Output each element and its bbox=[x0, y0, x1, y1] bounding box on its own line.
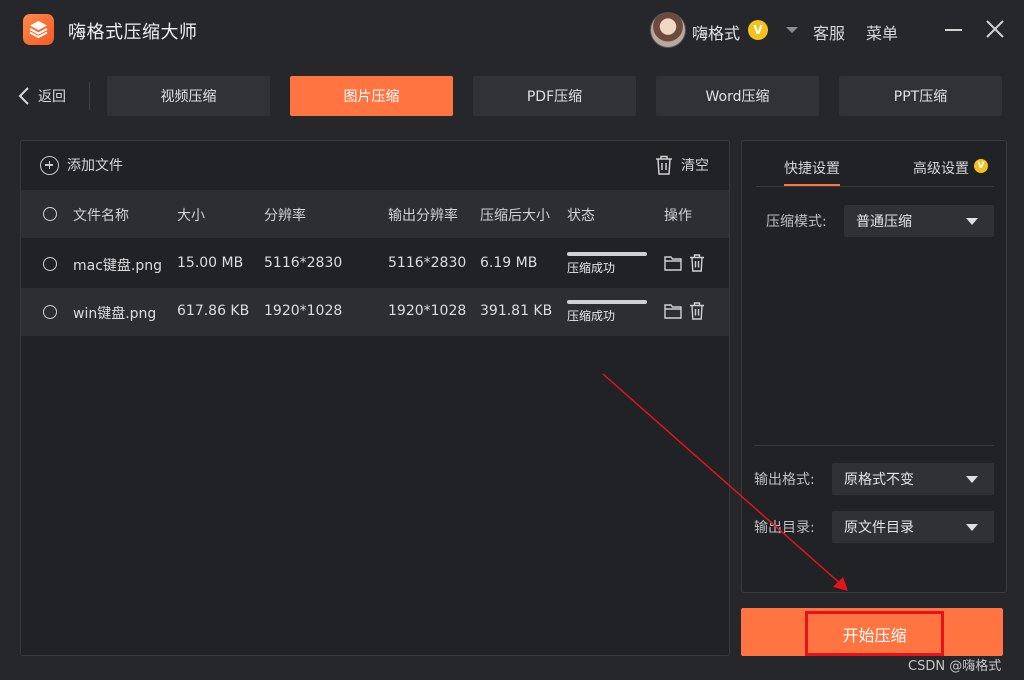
app-title: 嗨格式压缩大师 bbox=[68, 22, 198, 43]
output-dir-select[interactable]: 原文件目录 bbox=[832, 511, 994, 543]
vip-badge-icon: V bbox=[748, 20, 768, 40]
add-file-button[interactable]: 添加文件 bbox=[40, 155, 123, 175]
progress-bar bbox=[567, 300, 647, 304]
status-text: 压缩成功 bbox=[567, 309, 616, 323]
start-compress-highlight[interactable]: 开始压缩 bbox=[805, 611, 944, 656]
clear-label: 清空 bbox=[681, 158, 709, 174]
file-resolution: 1920*1028 bbox=[264, 303, 343, 319]
chevron-left-icon bbox=[18, 87, 29, 105]
row-select-radio[interactable] bbox=[43, 305, 57, 319]
tab-image-compress[interactable]: 图片压缩 bbox=[290, 76, 453, 116]
header-file-name: 文件名称 bbox=[73, 208, 129, 224]
output-dir-label: 输出目录: bbox=[754, 520, 815, 536]
add-file-label: 添加文件 bbox=[67, 158, 123, 174]
user-name[interactable]: 嗨格式 bbox=[692, 20, 740, 44]
settings-divider bbox=[754, 445, 994, 446]
status-text: 压缩成功 bbox=[567, 261, 616, 275]
output-format-select[interactable]: 原格式不变 bbox=[832, 463, 994, 495]
watermark: CSDN @嗨格式 bbox=[908, 659, 1002, 674]
clear-button[interactable]: 清空 bbox=[655, 155, 709, 175]
app-logo-icon bbox=[23, 14, 54, 45]
minimize-icon[interactable] bbox=[945, 29, 962, 31]
start-compress-label: 开始压缩 bbox=[842, 625, 907, 645]
compress-mode-value: 普通压缩 bbox=[856, 214, 912, 230]
settings-tab-divider bbox=[756, 186, 994, 187]
dropdown-arrow-icon bbox=[966, 218, 978, 225]
trash-icon bbox=[656, 155, 672, 175]
file-name: mac键盘.png bbox=[73, 258, 163, 274]
output-dir-value: 原文件目录 bbox=[844, 520, 914, 536]
compressed-size: 391.81 KB bbox=[480, 303, 553, 319]
output-format-value: 原格式不变 bbox=[844, 472, 914, 488]
delete-icon[interactable] bbox=[689, 254, 705, 272]
open-folder-icon[interactable] bbox=[664, 303, 682, 319]
dropdown-arrow-icon bbox=[966, 476, 978, 483]
service-button[interactable]: 客服 bbox=[813, 20, 845, 44]
file-name: win键盘.png bbox=[73, 306, 157, 322]
tab-ppt-compress[interactable]: PPT压缩 bbox=[839, 76, 1002, 116]
header-actions: 操作 bbox=[664, 208, 692, 224]
output-format-label: 输出格式: bbox=[754, 472, 815, 488]
select-all-radio[interactable] bbox=[43, 207, 57, 221]
header-size: 大小 bbox=[177, 208, 205, 224]
output-resolution: 1920*1028 bbox=[388, 303, 467, 319]
add-circle-icon bbox=[40, 155, 59, 175]
compressed-size: 6.19 MB bbox=[480, 255, 538, 271]
avatar[interactable] bbox=[650, 12, 686, 48]
vip-badge-icon: V bbox=[974, 159, 988, 173]
header-output-resolution: 输出分辨率 bbox=[388, 208, 458, 224]
row-select-radio[interactable] bbox=[43, 257, 57, 271]
menu-button[interactable]: 菜单 bbox=[866, 20, 898, 44]
open-folder-icon[interactable] bbox=[664, 255, 682, 271]
delete-icon[interactable] bbox=[689, 302, 705, 320]
back-label: 返回 bbox=[38, 89, 66, 105]
tab-pdf-compress[interactable]: PDF压缩 bbox=[473, 76, 636, 116]
nav-divider bbox=[89, 82, 90, 110]
header-compressed-size: 压缩后大小 bbox=[480, 208, 550, 224]
dropdown-arrow-icon bbox=[966, 524, 978, 531]
progress-bar bbox=[567, 252, 647, 256]
file-resolution: 5116*2830 bbox=[264, 255, 343, 271]
tab-video-compress[interactable]: 视频压缩 bbox=[107, 76, 270, 116]
output-resolution: 5116*2830 bbox=[388, 255, 467, 271]
tab-quick-settings[interactable]: 快捷设置 bbox=[784, 158, 840, 178]
tab-advanced-settings[interactable]: 高级设置 bbox=[913, 158, 969, 178]
header-resolution: 分辨率 bbox=[264, 208, 306, 224]
compress-mode-select[interactable]: 普通压缩 bbox=[844, 205, 994, 237]
file-size: 15.00 MB bbox=[177, 255, 244, 271]
tab-word-compress[interactable]: Word压缩 bbox=[656, 76, 819, 116]
file-size: 617.86 KB bbox=[177, 303, 250, 319]
account-dropdown-icon[interactable] bbox=[786, 27, 798, 33]
back-button[interactable]: 返回 bbox=[18, 84, 66, 108]
close-icon[interactable] bbox=[985, 19, 1005, 39]
header-status: 状态 bbox=[567, 208, 595, 224]
compress-mode-label: 压缩模式: bbox=[766, 214, 827, 230]
